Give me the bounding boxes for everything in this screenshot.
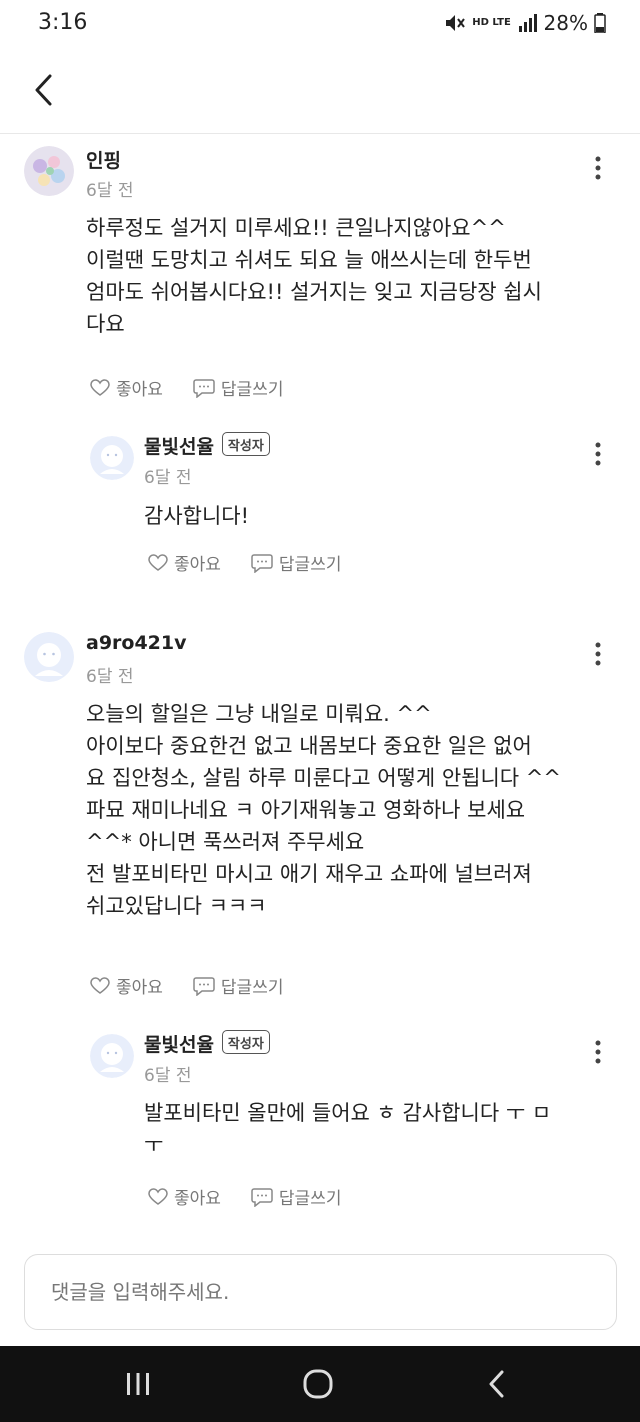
author-name: 물빛선율 bbox=[144, 436, 214, 458]
comment-time: 6달 전 bbox=[86, 181, 134, 201]
avatar[interactable] bbox=[90, 436, 134, 480]
more-options-button[interactable] bbox=[588, 154, 608, 184]
reply-label: 답글쓰기 bbox=[220, 978, 284, 998]
heart-icon bbox=[90, 976, 110, 994]
home-button[interactable] bbox=[298, 1366, 338, 1402]
comment-input-box bbox=[24, 1254, 617, 1330]
like-button[interactable]: 좋아요 bbox=[148, 550, 221, 575]
heart-icon bbox=[148, 1187, 168, 1205]
like-button[interactable]: 좋아요 bbox=[90, 375, 163, 400]
comment-actions: 좋아요 답글쓰기 bbox=[90, 375, 283, 400]
heart-icon bbox=[90, 378, 110, 396]
avatar[interactable] bbox=[24, 632, 74, 682]
reply-label: 답글쓰기 bbox=[278, 555, 342, 575]
comment-author[interactable]: 물빛선율 작성자 bbox=[144, 1030, 270, 1057]
like-label: 좋아요 bbox=[116, 978, 163, 998]
avatar[interactable] bbox=[24, 146, 74, 196]
status-icons: HD LTE 28% bbox=[444, 11, 606, 35]
author-badge: 작성자 bbox=[221, 432, 270, 456]
comment-text: 하루정도 설거지 미루세요!! 큰일나지않아요^^ 이럴땐 도망치고 쉬셔도 되… bbox=[86, 216, 542, 336]
heart-icon bbox=[148, 553, 168, 571]
reply-label: 답글쓰기 bbox=[220, 380, 284, 400]
more-options-button[interactable] bbox=[588, 440, 608, 470]
home-icon bbox=[303, 1369, 333, 1399]
author-name: a9ro421v bbox=[86, 632, 187, 654]
comment-text: 오늘의 할일은 그냥 내일로 미뤄요. ^^ 아이보다 중요한건 없고 내몸보다… bbox=[86, 702, 561, 918]
comment-actions: 좋아요 답글쓰기 bbox=[148, 1184, 341, 1209]
recent-apps-button[interactable] bbox=[118, 1366, 158, 1402]
more-vertical-icon bbox=[595, 442, 601, 466]
chevron-left-icon bbox=[35, 74, 52, 106]
comment-text: 발포비타민 올만에 들어요 ㅎ 감사합니다 ㅜ ㅁ ㅜ bbox=[144, 1101, 552, 1157]
more-vertical-icon bbox=[595, 156, 601, 180]
avatar-image bbox=[24, 146, 74, 196]
back-arrow-icon bbox=[489, 1370, 504, 1398]
like-button[interactable]: 좋아요 bbox=[90, 973, 163, 998]
default-avatar-icon bbox=[90, 1034, 134, 1078]
comment-actions: 좋아요 답글쓰기 bbox=[90, 973, 283, 998]
comment-author[interactable]: 인핑 bbox=[86, 146, 121, 173]
comment-input[interactable] bbox=[25, 1255, 616, 1329]
speech-bubble-icon bbox=[251, 1187, 273, 1207]
author-name: 인핑 bbox=[86, 150, 121, 172]
comment-time: 6달 전 bbox=[144, 1066, 192, 1086]
battery-icon bbox=[594, 13, 606, 33]
speech-bubble-icon bbox=[193, 976, 215, 996]
more-vertical-icon bbox=[595, 1040, 601, 1064]
system-nav-bar bbox=[0, 1346, 640, 1422]
network-label: HD LTE bbox=[472, 17, 511, 28]
reply-label: 답글쓰기 bbox=[278, 1189, 342, 1209]
speech-bubble-icon bbox=[251, 553, 273, 573]
default-avatar-icon bbox=[90, 436, 134, 480]
battery-percent: 28% bbox=[543, 11, 588, 35]
like-label: 좋아요 bbox=[174, 555, 221, 575]
reply-button[interactable]: 답글쓰기 bbox=[193, 973, 284, 998]
speech-bubble-icon bbox=[193, 378, 215, 398]
system-back-button[interactable] bbox=[478, 1366, 518, 1402]
comment-author[interactable]: a9ro421v bbox=[86, 632, 187, 654]
like-label: 좋아요 bbox=[174, 1189, 221, 1209]
comment-time: 6달 전 bbox=[86, 667, 134, 687]
author-badge: 작성자 bbox=[221, 1030, 270, 1054]
like-label: 좋아요 bbox=[116, 380, 163, 400]
comment-text: 감사합니다! bbox=[144, 504, 250, 528]
more-vertical-icon bbox=[595, 642, 601, 666]
mute-icon bbox=[445, 15, 465, 31]
comment-time: 6달 전 bbox=[144, 468, 192, 488]
more-options-button[interactable] bbox=[588, 640, 608, 670]
recent-apps-icon bbox=[127, 1373, 149, 1395]
author-name: 물빛선율 bbox=[144, 1034, 214, 1056]
status-time: 3:16 bbox=[38, 10, 88, 35]
reply-button[interactable]: 답글쓰기 bbox=[193, 375, 284, 400]
reply-button[interactable]: 답글쓰기 bbox=[251, 1184, 342, 1209]
comment-author[interactable]: 물빛선율 작성자 bbox=[144, 432, 270, 459]
comment-actions: 좋아요 답글쓰기 bbox=[148, 550, 341, 575]
reply-button[interactable]: 답글쓰기 bbox=[251, 550, 342, 575]
default-avatar-icon bbox=[24, 632, 74, 682]
more-options-button[interactable] bbox=[588, 1038, 608, 1068]
like-button[interactable]: 좋아요 bbox=[148, 1184, 221, 1209]
top-bar bbox=[0, 52, 640, 134]
avatar[interactable] bbox=[90, 1034, 134, 1078]
back-button[interactable] bbox=[24, 70, 64, 110]
status-bar: 3:16 HD LTE 28% bbox=[0, 0, 640, 52]
signal-icon bbox=[518, 14, 537, 32]
